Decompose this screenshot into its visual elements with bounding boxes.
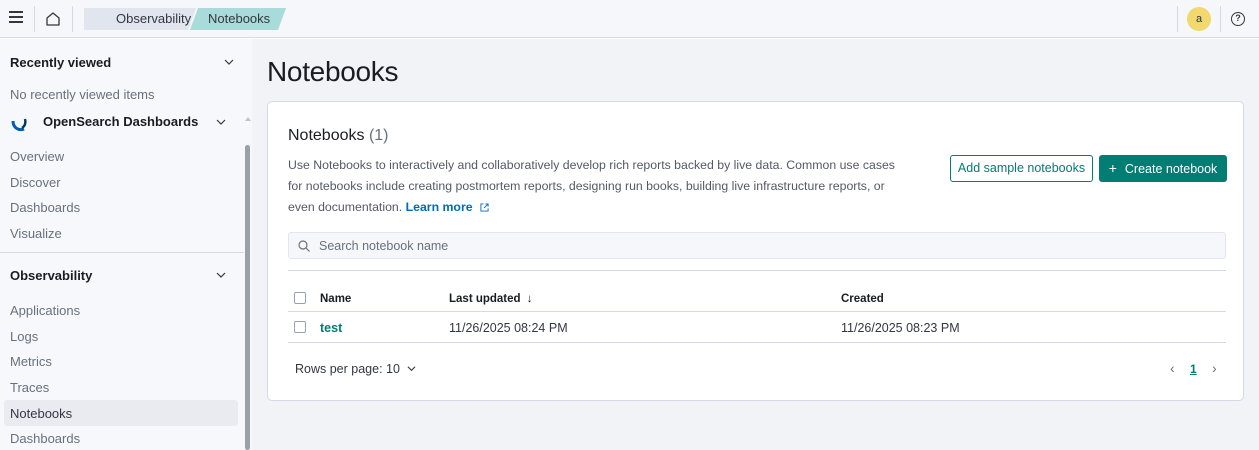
sidebar-item-applications[interactable]: Applications: [10, 303, 80, 318]
notebooks-panel: Notebooks (1) Use Notebooks to interacti…: [267, 101, 1244, 401]
user-avatar[interactable]: a: [1187, 7, 1211, 31]
chevron-down-icon[interactable]: [216, 270, 226, 280]
page-number-button[interactable]: 1: [1190, 362, 1197, 376]
cell-last-updated: 11/26/2025 08:24 PM: [449, 321, 568, 335]
panel-title: Notebooks (1): [288, 127, 389, 145]
sort-descending-icon: ↓: [526, 293, 533, 305]
scroll-up-arrow-icon[interactable]: [245, 117, 251, 121]
side-nav: Recently viewed No recently viewed items…: [0, 39, 252, 450]
help-icon[interactable]: ?: [1231, 12, 1245, 26]
previous-page-icon[interactable]: ‹: [1170, 360, 1175, 376]
search-icon: [298, 240, 310, 252]
row-checkbox[interactable]: [294, 321, 306, 333]
column-header-last-updated[interactable]: Last updated ↓: [449, 293, 533, 305]
create-notebook-label: Create notebook: [1124, 162, 1218, 176]
add-sample-notebooks-button[interactable]: Add sample notebooks: [950, 155, 1093, 182]
cell-created: 11/26/2025 08:23 PM: [841, 321, 960, 335]
panel-description: Use Notebooks to interactively and colla…: [288, 155, 908, 218]
notebook-count: (1): [368, 127, 389, 144]
description-text: Use Notebooks to interactively and colla…: [288, 158, 895, 214]
sidebar-item-dashboards[interactable]: Dashboards: [10, 200, 80, 215]
header-divider: [1177, 6, 1178, 32]
rows-per-page-selector[interactable]: Rows per page: 10: [295, 362, 416, 376]
main-content: Notebooks Notebooks (1) Use Notebooks to…: [252, 39, 1259, 450]
header-divider: [1220, 6, 1221, 32]
plus-icon: +: [1108, 160, 1117, 176]
sidebar-scrollbar[interactable]: [245, 145, 250, 450]
breadcrumb-observability[interactable]: Observability: [84, 8, 196, 30]
table-top-divider: [288, 270, 1226, 271]
osd-section-title[interactable]: OpenSearch Dashboards: [43, 114, 198, 129]
top-header: Observability Notebooks a ?: [0, 0, 1259, 38]
header-divider: [34, 6, 35, 32]
column-header-name[interactable]: Name: [320, 293, 351, 305]
table-header-divider: [288, 311, 1226, 312]
header-divider: [72, 6, 73, 32]
opensearch-logo-icon: [11, 118, 27, 132]
column-header-created[interactable]: Created: [841, 293, 884, 305]
recently-viewed-empty: No recently viewed items: [10, 87, 155, 102]
next-page-icon[interactable]: ›: [1212, 360, 1217, 376]
search-box: [288, 232, 1226, 259]
breadcrumb-notebooks: Notebooks: [190, 8, 286, 30]
notebook-link[interactable]: test: [320, 321, 342, 335]
sidebar-divider: [0, 252, 244, 253]
external-link-icon: [480, 203, 489, 212]
search-input[interactable]: [319, 233, 1209, 258]
recently-viewed-title[interactable]: Recently viewed: [10, 55, 111, 70]
select-all-checkbox[interactable]: [294, 292, 306, 304]
sidebar-item-traces[interactable]: Traces: [10, 380, 49, 395]
chevron-down-icon[interactable]: [224, 57, 234, 67]
page-title: Notebooks: [267, 56, 399, 87]
sidebar-item-logs[interactable]: Logs: [10, 329, 38, 344]
sidebar-item-discover[interactable]: Discover: [10, 175, 61, 190]
rows-per-page-label: Rows per page: 10: [295, 362, 400, 376]
learn-more-label: Learn more: [405, 200, 473, 214]
home-icon[interactable]: [44, 10, 62, 28]
learn-more-link[interactable]: Learn more: [406, 200, 473, 214]
observability-section-title[interactable]: Observability: [10, 268, 92, 283]
sidebar-item-metrics[interactable]: Metrics: [10, 354, 52, 369]
sidebar-item-obs-dashboards[interactable]: Dashboards: [10, 431, 80, 446]
last-updated-label: Last updated: [449, 293, 521, 305]
create-notebook-button[interactable]: + Create notebook: [1099, 155, 1227, 182]
panel-title-text: Notebooks: [288, 127, 365, 144]
sidebar-item-visualize[interactable]: Visualize: [10, 226, 62, 241]
chevron-down-icon: [407, 366, 416, 372]
sidebar-item-notebooks[interactable]: Notebooks: [10, 406, 72, 421]
chevron-down-icon[interactable]: [216, 117, 226, 127]
table-row-divider: [288, 342, 1226, 343]
menu-icon[interactable]: [9, 11, 23, 23]
sidebar-item-overview[interactable]: Overview: [10, 149, 64, 164]
